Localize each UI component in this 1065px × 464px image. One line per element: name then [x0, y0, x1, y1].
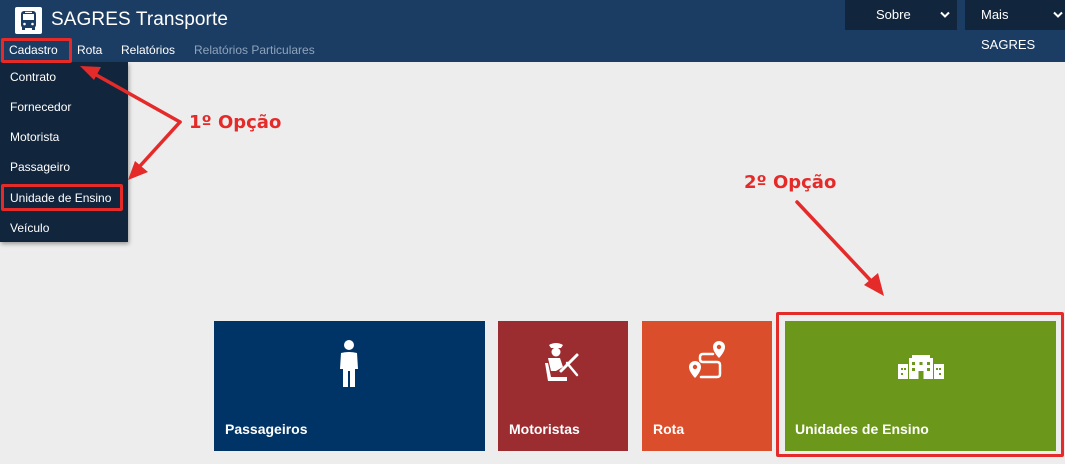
annotation-option-1: 1º Opção [189, 112, 282, 133]
arrow-to-unidade [138, 120, 182, 168]
submenu-item-fornecedor[interactable]: Fornecedor [10, 99, 71, 115]
submenu-item-contrato[interactable]: Contrato [10, 69, 56, 85]
submenu-item-passageiro[interactable]: Passageiro [10, 159, 70, 175]
tile-label-rota: Rota [653, 421, 685, 437]
tile-unidades-de-ensino[interactable]: Unidades de Ensino [785, 321, 1056, 451]
annotation-option-2: 2º Opção [744, 172, 837, 193]
route-icon [689, 341, 725, 379]
sobre-label: Sobre [876, 7, 911, 22]
tile-label-unidades-de-ensino: Unidades de Ensino [795, 421, 929, 437]
menu-item-relatorios-particulares[interactable]: Relatórios Particulares [194, 39, 315, 61]
menu-item-rota[interactable]: Rota [77, 39, 102, 61]
bus-icon [15, 7, 42, 34]
cadastro-submenu: Contrato Fornecedor Motorista Passageiro… [0, 62, 128, 242]
mais-sagres-dropdown[interactable]: Mais SAGRES [965, 0, 1065, 52]
arrow-head-unidade [128, 161, 148, 180]
tile-passageiros[interactable]: Passageiros [214, 321, 485, 451]
submenu-item-unidade-de-ensino[interactable]: Unidade de Ensino [10, 190, 111, 206]
tile-motoristas[interactable]: Motoristas [498, 321, 628, 451]
chevron-down-icon [940, 11, 950, 18]
app-title: SAGRES Transporte [51, 9, 228, 30]
school-buildings-icon [898, 355, 944, 379]
mais-sagres-label: Mais SAGRES [981, 7, 1036, 52]
arrow-head-tile [864, 273, 884, 296]
chevron-down-icon [1053, 11, 1063, 18]
submenu-item-motorista[interactable]: Motorista [10, 129, 59, 145]
driver-icon [545, 343, 579, 381]
tile-label-motoristas: Motoristas [509, 421, 580, 437]
top-navigation-bar: SAGRES Transporte Sobre Mais SAGRES Cada… [0, 0, 1065, 62]
arrow-to-tile [795, 200, 875, 285]
menu-item-relatorios[interactable]: Relatórios [121, 39, 175, 61]
person-icon [340, 340, 358, 387]
sobre-dropdown[interactable]: Sobre [845, 0, 957, 30]
tile-label-passageiros: Passageiros [225, 421, 308, 437]
tile-rota[interactable]: Rota [642, 321, 772, 451]
menu-item-cadastro[interactable]: Cadastro [9, 39, 58, 61]
submenu-item-veiculo[interactable]: Veículo [10, 220, 49, 236]
